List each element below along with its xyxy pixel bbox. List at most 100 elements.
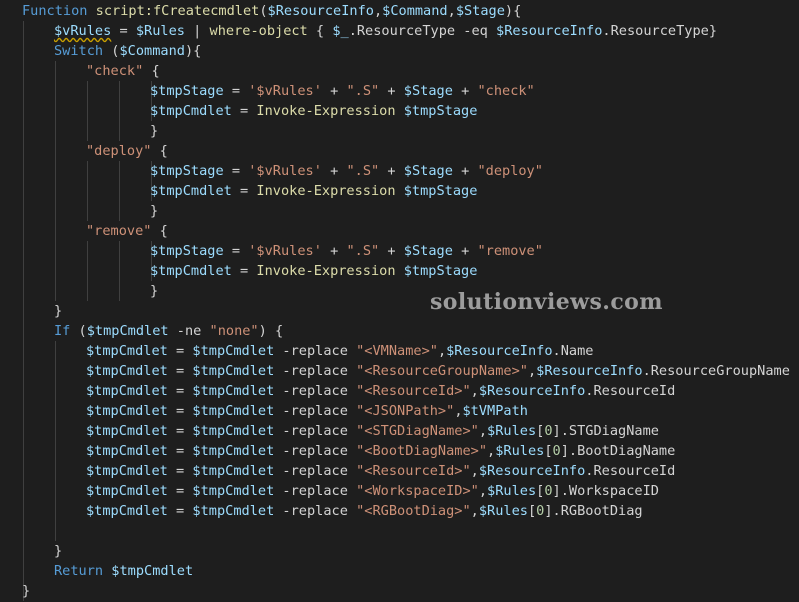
code-editor[interactable]: Function script:fCreatecmdlet($ResourceI… [0, 0, 799, 602]
code-line: $tmpCmdlet = $tmpCmdlet -replace "<VMNam… [86, 341, 593, 361]
operator-token: + [452, 163, 478, 179]
variable-token: $Rules [478, 503, 528, 519]
number-token: 0 [544, 423, 553, 439]
variable-token: $tmpCmdlet [86, 483, 168, 499]
code-line: "check" { [86, 61, 160, 81]
operator-token [396, 103, 404, 119]
indent-guide [87, 81, 88, 141]
variable-token: $tmpCmdlet [111, 563, 194, 579]
variable-token: $tmpCmdlet [86, 343, 168, 359]
function-token: script:fCreatecmdlet [95, 3, 260, 19]
operator-token: = [231, 103, 257, 119]
variable-token: $ResourceInfo [536, 363, 643, 379]
property-token: BootDiagName [577, 443, 676, 459]
operator-token: , [470, 463, 479, 479]
operator-token: , [373, 3, 383, 19]
property-token: STGDiagName [568, 423, 659, 439]
variable-token: $Stage [403, 243, 453, 259]
property-token: RGBootDiag [560, 503, 643, 519]
variable-token: $tmpCmdlet [86, 443, 168, 459]
variable-token: $tmpCmdlet [86, 323, 169, 339]
variable-token: $tmpCmdlet [192, 403, 275, 419]
variable-token: $ResourceInfo [446, 343, 553, 359]
string-token: "<STGDiagName>" [356, 423, 479, 439]
operator-token: | [184, 23, 210, 39]
variable-token: $tmpStage [150, 163, 224, 179]
operator-token: } [54, 543, 63, 559]
operator-token: -replace [274, 403, 357, 419]
code-line: $tmpStage = '$vRules' + ".S" + $Stage + … [150, 161, 543, 181]
code-line: $tmpCmdlet = $tmpCmdlet -replace "<Works… [86, 481, 659, 501]
code-line: $tmpCmdlet = $tmpCmdlet -replace "<Resou… [86, 361, 790, 381]
code-line: $tmpStage = '$vRules' + ".S" + $Stage + … [150, 81, 535, 101]
variable-token: $Stage [455, 3, 505, 19]
indent-guide [119, 81, 120, 141]
variable-token: $tmpCmdlet [150, 103, 232, 119]
operator-token: -ne [168, 323, 210, 339]
code-line: "deploy" { [86, 141, 168, 161]
string-token: "<BootDiagName>" [356, 443, 488, 459]
indent-guide [23, 21, 24, 601]
indent-guide [119, 241, 120, 301]
operator-token: ){ [504, 3, 522, 19]
variable-token: $tmpCmdlet [86, 503, 168, 519]
operator-token: ){ [184, 43, 202, 59]
code-line: } [150, 121, 158, 141]
operator-token: -replace [274, 443, 357, 459]
variable-token: $tmpCmdlet [192, 343, 275, 359]
string-token: "<ResourceGroupName>" [356, 363, 528, 379]
operator-token: + [321, 163, 347, 179]
variable-token: $Rules [487, 483, 537, 499]
operator-token: = [167, 463, 193, 479]
operator-token: . [602, 23, 611, 39]
variable-token: $tmpCmdlet [192, 383, 275, 399]
operator-token: = [167, 483, 193, 499]
operator-token: -replace [274, 363, 357, 379]
variable-token: $tmpStage [403, 103, 478, 119]
function-token: Invoke-Expression [256, 103, 396, 119]
operator-token: , [437, 343, 447, 359]
string-token: ".S" [346, 163, 380, 179]
code-line: $vRules = $Rules | where-object { $_.Res… [54, 21, 717, 41]
string-token: "check" [86, 63, 144, 79]
variable-token: $Rules [487, 423, 537, 439]
string-token: '$vRules' [248, 83, 322, 99]
operator-token: + [321, 83, 347, 99]
operator-token: -replace [274, 483, 357, 499]
indent-guide [119, 161, 120, 221]
variable-token: $ResourceInfo [478, 463, 586, 479]
variable-token: $tmpCmdlet [192, 443, 275, 459]
operator-token: ]. [544, 503, 561, 519]
string-token: "deploy" [86, 143, 152, 159]
variable-token: $tmpCmdlet [192, 483, 275, 499]
code-line: $tmpCmdlet = $tmpCmdlet -replace "<BootD… [86, 441, 675, 461]
operator-token: = [111, 23, 136, 39]
operator-token: . [348, 23, 357, 39]
number-token: 0 [544, 483, 553, 499]
code-line: If ($tmpCmdlet -ne "none") { [54, 321, 283, 341]
operator-token: { [143, 63, 160, 79]
operator-token: } [150, 203, 159, 219]
operator-token: [ [544, 443, 553, 459]
property-token: ResourceId [593, 383, 676, 399]
operator-token: = [231, 263, 257, 279]
code-line: } [54, 541, 62, 561]
variable-token: $tmpCmdlet [86, 463, 168, 479]
keyword-token: Switch [54, 43, 104, 59]
operator-token: { [151, 223, 168, 239]
operator-token: ( [259, 3, 268, 19]
string-token: "remove" [477, 243, 543, 259]
code-line: Return $tmpCmdlet [54, 561, 193, 581]
code-line: Function script:fCreatecmdlet($ResourceI… [22, 1, 521, 21]
variable-token: $tmpStage [150, 83, 224, 99]
property-token: ResourceGroupName [650, 363, 790, 379]
operator-token: -replace [274, 463, 357, 479]
code-line: $tmpCmdlet = $tmpCmdlet -replace "<JSONP… [86, 401, 528, 421]
variable-token: $tmpCmdlet [86, 383, 168, 399]
code-line: $tmpCmdlet = $tmpCmdlet -replace "<STGDi… [86, 421, 659, 441]
operator-token: + [379, 163, 404, 179]
operator-token: + [452, 243, 478, 259]
keyword-token: Return [54, 563, 104, 579]
indent-guide [55, 61, 56, 301]
operator-token: , [470, 383, 479, 399]
